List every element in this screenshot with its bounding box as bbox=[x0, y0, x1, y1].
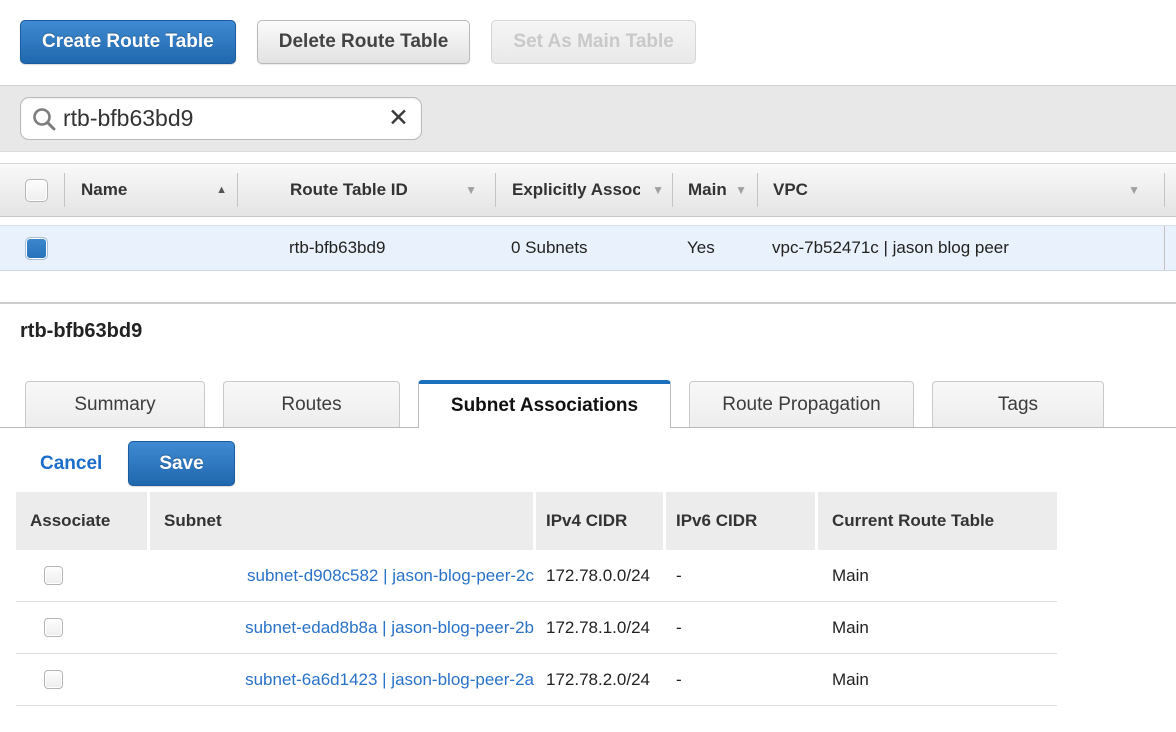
associate-checkbox[interactable] bbox=[44, 670, 63, 689]
subnet-association-row: subnet-d908c582 | jason-blog-peer-2c 172… bbox=[16, 550, 1057, 602]
tab-route-propagation[interactable]: Route Propagation bbox=[689, 381, 914, 427]
associate-header: Associate bbox=[16, 492, 150, 550]
chevron-down-icon: ▼ bbox=[1128, 183, 1140, 197]
ipv4-cidr-header: IPv4 CIDR bbox=[536, 492, 666, 550]
ipv4-cidr-value: 172.78.1.0/24 bbox=[536, 618, 666, 638]
column-header-vpc[interactable]: VPC ▼ bbox=[757, 173, 1165, 207]
edit-actions: Cancel Save bbox=[0, 428, 1176, 486]
select-all-checkbox[interactable] bbox=[25, 179, 48, 202]
cell-route-table-id: rtb-bfb63bd9 bbox=[237, 226, 495, 270]
filter-bar: ✕ bbox=[0, 85, 1176, 152]
column-header-route-table-id[interactable]: Route Table ID ▼ bbox=[237, 173, 495, 207]
tab-tags[interactable]: Tags bbox=[932, 381, 1104, 427]
subnet-link[interactable]: subnet-6a6d1423 | jason-blog-peer-2a bbox=[245, 670, 534, 690]
search-icon bbox=[31, 106, 57, 132]
section-divider bbox=[0, 302, 1176, 304]
subnet-associations-table: Associate Subnet IPv4 CIDR IPv6 CIDR Cur… bbox=[16, 492, 1057, 706]
route-table-id-header-label: Route Table ID bbox=[290, 180, 408, 200]
detail-title: rtb-bfb63bd9 bbox=[20, 320, 1176, 344]
ipv6-cidr-value: - bbox=[666, 566, 818, 586]
select-all-cell bbox=[0, 173, 64, 207]
sort-asc-icon: ▲ bbox=[216, 184, 227, 196]
current-route-table-value: Main bbox=[818, 566, 1057, 586]
explicitly-associated-header-label: Explicitly Associat bbox=[512, 180, 640, 200]
ipv4-cidr-value: 172.78.2.0/24 bbox=[536, 670, 666, 690]
ipv6-cidr-value: - bbox=[666, 618, 818, 638]
search-input[interactable] bbox=[63, 105, 388, 132]
cancel-link[interactable]: Cancel bbox=[40, 453, 102, 475]
tab-routes[interactable]: Routes bbox=[223, 381, 400, 427]
cell-vpc: vpc-7b52471c | jason blog peer bbox=[757, 226, 1165, 270]
search-box[interactable]: ✕ bbox=[20, 97, 422, 140]
current-route-table-value: Main bbox=[818, 670, 1057, 690]
subnet-associations-header-row: Associate Subnet IPv4 CIDR IPv6 CIDR Cur… bbox=[16, 492, 1057, 550]
row-checkbox-checked[interactable] bbox=[25, 237, 48, 260]
chevron-down-icon: ▼ bbox=[652, 183, 664, 197]
tab-summary[interactable]: Summary bbox=[25, 381, 205, 427]
detail-tabs: Summary Routes Subnet Associations Route… bbox=[0, 380, 1176, 428]
cell-name bbox=[64, 226, 237, 270]
subnet-link[interactable]: subnet-edad8b8a | jason-blog-peer-2b bbox=[245, 618, 534, 638]
toolbar: Create Route Table Delete Route Table Se… bbox=[0, 0, 1176, 85]
delete-route-table-button[interactable]: Delete Route Table bbox=[257, 20, 471, 64]
ipv6-cidr-header: IPv6 CIDR bbox=[666, 492, 818, 550]
main-header-label: Main bbox=[688, 180, 727, 200]
name-header-label: Name bbox=[81, 180, 127, 200]
subnet-link[interactable]: subnet-d908c582 | jason-blog-peer-2c bbox=[247, 566, 534, 586]
vpc-header-label: VPC bbox=[773, 180, 808, 200]
ipv6-cidr-value: - bbox=[666, 670, 818, 690]
clear-search-icon[interactable]: ✕ bbox=[388, 106, 409, 131]
chevron-down-icon: ▼ bbox=[735, 183, 747, 197]
subnet-association-row: subnet-edad8b8a | jason-blog-peer-2b 172… bbox=[16, 602, 1057, 654]
associate-checkbox[interactable] bbox=[44, 566, 63, 585]
save-button[interactable]: Save bbox=[128, 441, 234, 486]
current-route-table-header: Current Route Table bbox=[818, 492, 1057, 550]
route-tables-table: Name ▲ Route Table ID ▼ Explicitly Assoc… bbox=[0, 163, 1176, 271]
subnet-header: Subnet bbox=[150, 492, 536, 550]
tab-subnet-associations[interactable]: Subnet Associations bbox=[418, 380, 671, 428]
current-route-table-value: Main bbox=[818, 618, 1057, 638]
create-route-table-button[interactable]: Create Route Table bbox=[20, 20, 236, 64]
route-table-row-selected[interactable]: rtb-bfb63bd9 0 Subnets Yes vpc-7b52471c … bbox=[0, 225, 1176, 271]
associate-checkbox[interactable] bbox=[44, 618, 63, 637]
cell-explicitly-associated: 0 Subnets bbox=[495, 226, 672, 270]
column-header-explicitly-associated[interactable]: Explicitly Associat ▼ bbox=[495, 173, 672, 207]
route-tables-header-row: Name ▲ Route Table ID ▼ Explicitly Assoc… bbox=[0, 163, 1176, 217]
set-as-main-table-button: Set As Main Table bbox=[491, 20, 695, 64]
column-header-main[interactable]: Main ▼ bbox=[672, 173, 757, 207]
chevron-down-icon: ▼ bbox=[465, 183, 477, 197]
cell-main: Yes bbox=[672, 226, 757, 270]
subnet-association-row: subnet-6a6d1423 | jason-blog-peer-2a 172… bbox=[16, 654, 1057, 706]
ipv4-cidr-value: 172.78.0.0/24 bbox=[536, 566, 666, 586]
column-header-name[interactable]: Name ▲ bbox=[64, 173, 237, 207]
